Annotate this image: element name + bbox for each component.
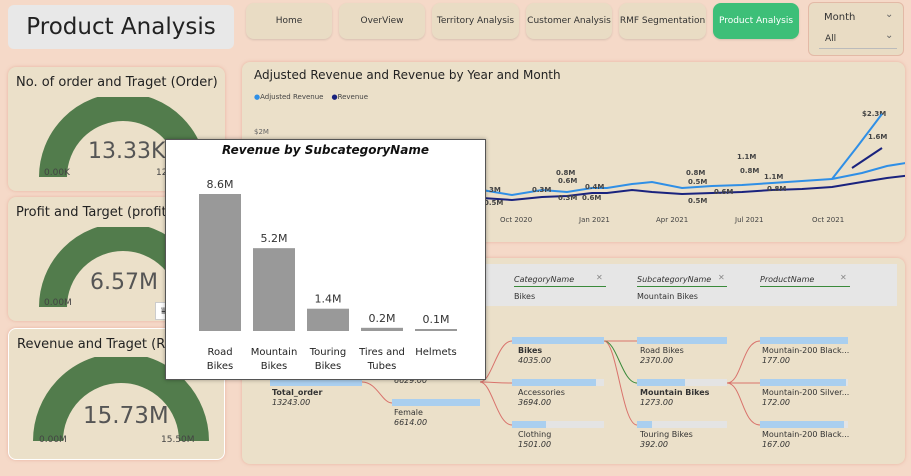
bar-value-label: 8.6M <box>207 178 234 191</box>
bar <box>307 308 349 331</box>
touring-bikes-node-bar[interactable] <box>637 421 652 428</box>
product-node-value: 172.00 <box>762 398 790 407</box>
category-tick-label: Touring <box>309 347 346 358</box>
category-tick-label: Tires and <box>358 347 405 358</box>
category-tick-label: Helmets <box>415 347 456 358</box>
subcategory-tooltip: Revenue by SubcategoryName 8.6M Road Bikes… <box>165 139 486 380</box>
profit-gauge-min: 0.00M <box>44 298 72 308</box>
nav-home-button[interactable]: Home <box>246 3 332 39</box>
page-title: Product Analysis <box>8 5 234 49</box>
nav-customer-button[interactable]: Customer Analysis <box>526 3 612 39</box>
profit-gauge-title: Profit and Target (profit) <box>16 205 172 220</box>
bikes-node-value: 4035.00 <box>518 356 552 365</box>
clothing-node-label: Clothing <box>518 430 552 439</box>
bar <box>253 248 295 331</box>
category-tick-label: Bikes <box>261 361 287 372</box>
road-bikes-node-bar[interactable] <box>637 337 727 344</box>
total-node-label: Total_order <box>272 388 323 397</box>
product-node-bar[interactable] <box>760 379 846 386</box>
revenue-gauge-value: 15.73M <box>83 403 169 429</box>
touring-bikes-node-value: 392.00 <box>640 440 668 449</box>
category-tick-label: Bikes <box>315 361 341 372</box>
nav-overview-button[interactable]: OverView <box>339 3 425 39</box>
clothing-node-value: 1501.00 <box>518 440 552 449</box>
month-dropdown-value: All <box>825 34 837 44</box>
bikes-node-bar[interactable] <box>512 337 604 344</box>
orders-gauge-value: 13.33K <box>88 139 166 164</box>
product-node-label: Mountain-200 Black... <box>762 346 850 355</box>
month-slicer[interactable]: Month ⌄ All ⌄ <box>808 2 904 56</box>
orders-gauge-min: 0.00K <box>44 168 70 178</box>
bar-value-label: 0.1M <box>423 313 450 326</box>
bar <box>361 327 403 331</box>
mountain-bikes-node-bar[interactable] <box>637 379 685 386</box>
product-node-value: 177.00 <box>762 356 790 365</box>
revenue-gauge-min: 0.00M <box>39 435 67 445</box>
product-node-bar[interactable] <box>760 421 844 428</box>
bar <box>415 329 457 331</box>
total-node-value: 13243.00 <box>272 398 311 407</box>
mountain-bikes-node-label: Mountain Bikes <box>640 388 710 397</box>
category-tick-label: Road <box>207 347 232 358</box>
chevron-down-icon: ⌄ <box>885 30 894 41</box>
bar-value-label: 5.2M <box>261 232 288 245</box>
revenue-line-tail <box>851 147 883 169</box>
accessories-node-bar[interactable] <box>512 379 596 386</box>
bar-value-label: 1.4M <box>315 293 342 306</box>
tooltip-bar-chart: 8.6M Road Bikes 5.2M Mountain Bikes 1.4M Tourin… <box>199 178 457 372</box>
orders-gauge-title: No. of order and Traget (Order) <box>16 75 218 90</box>
female-node-bar[interactable] <box>392 399 480 406</box>
clothing-node-bar[interactable] <box>512 421 546 428</box>
nav-rmf-button[interactable]: RMF Segmentation <box>619 3 706 39</box>
nav-product-button[interactable]: Product Analysis <box>713 3 799 39</box>
mountain-bikes-node-value: 1273.00 <box>640 398 674 407</box>
touring-bikes-node-label: Touring Bikes <box>640 430 693 439</box>
category-tick-label: Tubes <box>367 361 397 372</box>
product-node-label: Mountain-200 Black... <box>762 430 850 439</box>
revenue-gauge-title: Revenue and Traget (Rev <box>17 337 181 352</box>
accessories-node-label: Accessories <box>518 388 565 397</box>
adjusted-revenue-line-tail <box>831 113 883 180</box>
accessories-node-value: 3694.00 <box>518 398 552 407</box>
chevron-down-icon[interactable]: ⌄ <box>885 9 893 20</box>
road-bikes-node-label: Road Bikes <box>640 346 684 355</box>
bikes-node-label: Bikes <box>518 346 543 355</box>
bar <box>199 194 241 331</box>
female-node-value: 6614.00 <box>394 418 428 427</box>
category-tick-label: Bikes <box>207 361 233 372</box>
month-slicer-label: Month <box>824 12 856 23</box>
nav-territory-button[interactable]: Territory Analysis <box>432 3 519 39</box>
product-node-value: 167.00 <box>762 440 790 449</box>
profit-gauge-value: 6.57M <box>90 270 158 295</box>
month-dropdown[interactable]: All ⌄ <box>819 29 897 49</box>
road-bikes-node-value: 2370.00 <box>640 356 674 365</box>
female-node-label: Female <box>394 408 423 417</box>
category-tick-label: Mountain <box>251 347 298 358</box>
bar-value-label: 0.2M <box>369 312 396 325</box>
product-node-bar[interactable] <box>760 337 848 344</box>
revenue-gauge-max: 15.50M <box>161 435 195 445</box>
product-node-label: Mountain-200 Silver... <box>762 388 850 397</box>
